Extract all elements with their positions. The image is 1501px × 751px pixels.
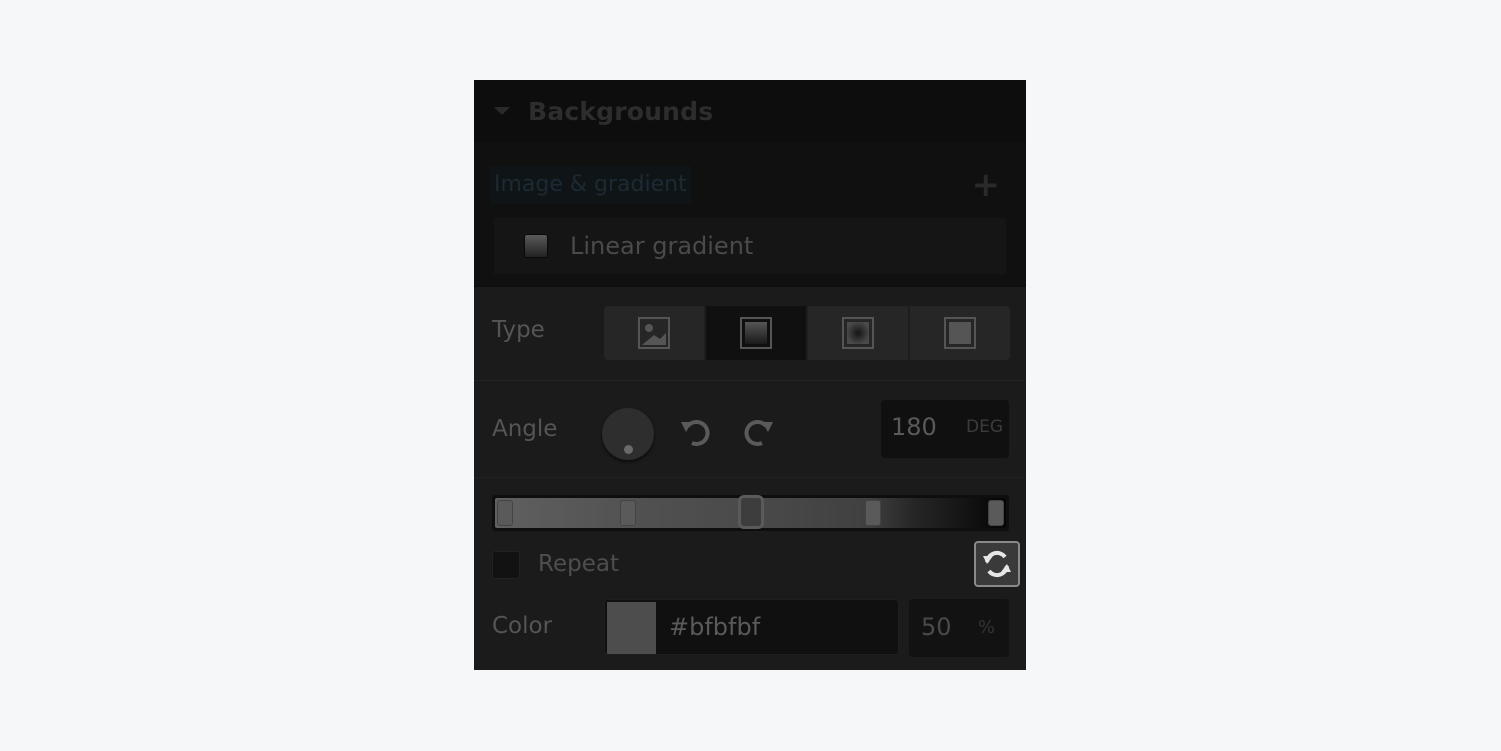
layer-label: Linear gradient: [570, 232, 754, 260]
type-option-color-overlay[interactable]: [910, 306, 1010, 360]
background-layer-item[interactable]: Linear gradient: [494, 218, 1006, 274]
repeat-label: Repeat: [538, 551, 619, 577]
type-row: Type: [474, 287, 1026, 381]
color-input[interactable]: #bfbfbf: [604, 599, 899, 655]
reverse-gradient-icon: [983, 550, 1011, 578]
image-icon: [638, 317, 670, 349]
layers-area: Image & gradient + Linear gradient: [474, 142, 1026, 287]
section-title: Backgrounds: [528, 96, 714, 126]
angle-input[interactable]: 180 DEG: [881, 400, 1009, 458]
angle-unit: DEG: [965, 417, 1003, 437]
angle-dial-handle[interactable]: [624, 445, 633, 454]
gradient-bar[interactable]: [492, 495, 1009, 531]
gradient-stop[interactable]: [497, 500, 513, 526]
type-segmented-control: [604, 306, 1010, 360]
type-option-radial-gradient[interactable]: [808, 306, 910, 360]
opacity-value[interactable]: 50: [921, 613, 952, 641]
opacity-unit: %: [977, 617, 995, 638]
radial-gradient-icon: [842, 317, 874, 349]
gradient-stop[interactable]: [865, 500, 882, 526]
section-header[interactable]: Backgrounds: [474, 80, 1026, 142]
angle-label: Angle: [492, 416, 558, 442]
color-hex-value[interactable]: #bfbfbf: [669, 613, 760, 641]
repeat-row: Repeat: [474, 541, 1026, 595]
gradient-preview[interactable]: [495, 495, 1006, 529]
gradient-swatch-icon: [524, 234, 548, 258]
opacity-input[interactable]: 50 %: [909, 599, 1009, 657]
rotate-cw-icon[interactable]: [740, 414, 776, 450]
color-overlay-icon: [944, 317, 976, 349]
type-option-linear-gradient[interactable]: [706, 306, 808, 360]
color-label: Color: [492, 613, 553, 639]
angle-value[interactable]: 180: [891, 413, 937, 441]
caret-down-icon[interactable]: [494, 107, 510, 115]
color-row: Color #bfbfbf 50 %: [474, 599, 1026, 659]
angle-dial[interactable]: [602, 408, 654, 460]
type-option-image[interactable]: [604, 306, 706, 360]
plus-icon[interactable]: +: [972, 166, 1001, 204]
image-gradient-label: Image & gradient: [490, 166, 691, 204]
linear-gradient-icon: [740, 317, 772, 349]
color-swatch[interactable]: [607, 602, 656, 654]
gradient-stop[interactable]: [619, 500, 636, 526]
repeat-checkbox[interactable]: [492, 551, 520, 579]
type-label: Type: [492, 317, 545, 343]
gradient-editor-popover: Type Angle 180 DEG Repeat Color #bfbfbf …: [474, 286, 1026, 670]
gradient-stop-selected[interactable]: [737, 495, 764, 529]
rotate-ccw-icon[interactable]: [678, 414, 714, 450]
backgrounds-panel: Backgrounds Image & gradient + Linear gr…: [474, 80, 1026, 670]
angle-row: Angle 180 DEG: [474, 382, 1026, 478]
reverse-gradient-button[interactable]: [974, 541, 1020, 587]
gradient-stop[interactable]: [988, 500, 1004, 526]
